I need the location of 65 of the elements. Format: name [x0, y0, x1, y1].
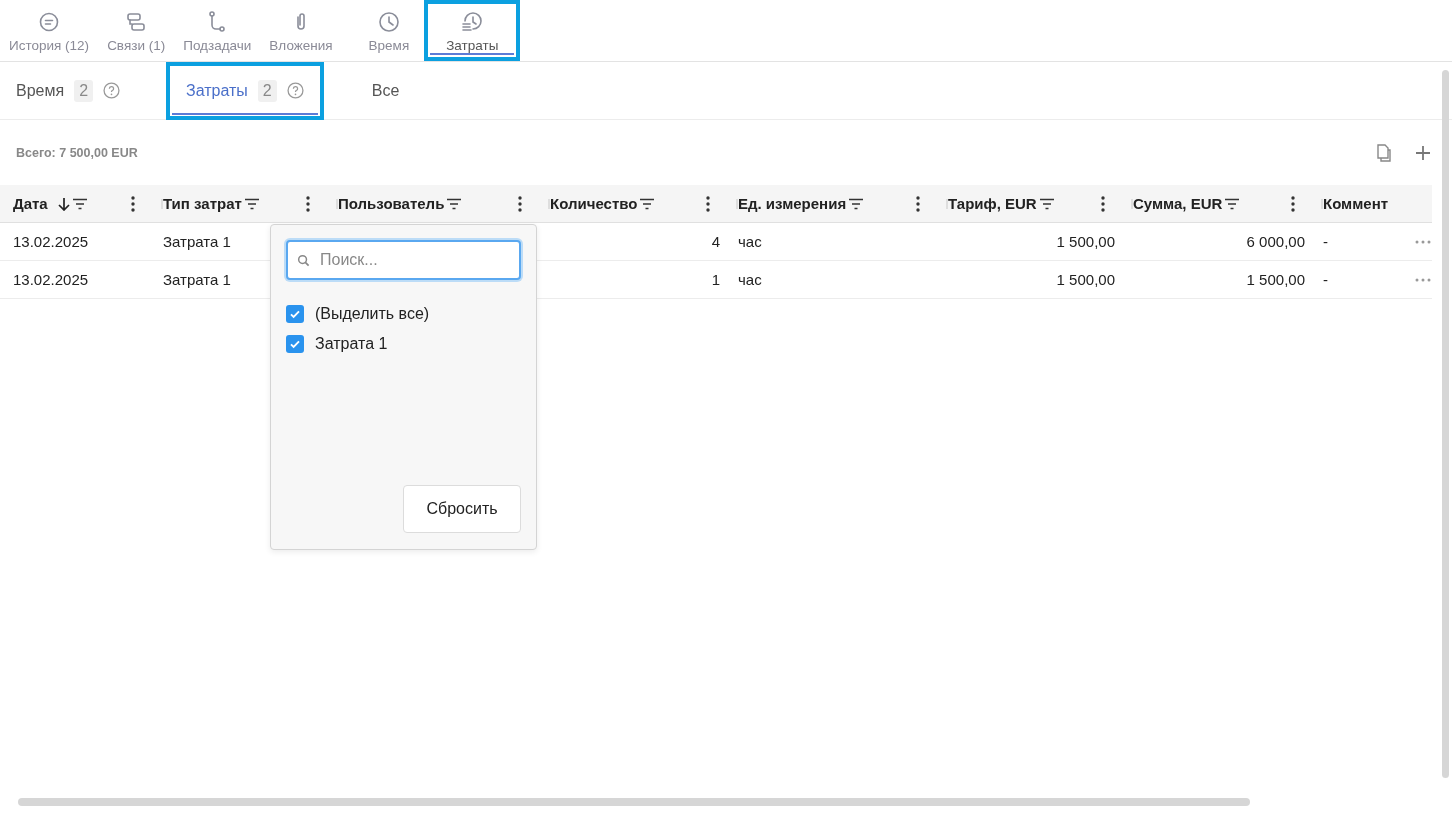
tab[interactable]: Затраты 2	[166, 61, 324, 120]
filter-icon[interactable]	[446, 197, 463, 210]
reset-button[interactable]: Сбросить	[403, 485, 521, 533]
column-header[interactable]: Количество	[550, 195, 638, 212]
add-icon[interactable]	[1416, 145, 1430, 160]
table-cell: 13.02.2025	[13, 233, 89, 250]
total-amount: Всего: 7 500,00 EUR	[16, 145, 138, 160]
count-badge: 2	[74, 79, 94, 102]
table-cell: 13.02.2025	[13, 271, 89, 288]
filter-icon[interactable]	[639, 197, 656, 210]
row-menu-icon[interactable]	[1415, 277, 1431, 282]
tab[interactable]: История (12)	[2, 0, 97, 61]
column-header[interactable]: Дата	[13, 195, 48, 212]
column-menu-icon[interactable]	[706, 195, 710, 212]
tab[interactable]: Затраты	[424, 0, 521, 61]
tab[interactable]: Все	[371, 62, 400, 119]
clock-icon	[376, 10, 401, 34]
table-cell: 1 500,00	[1056, 271, 1115, 288]
column-header[interactable]: Тип затрат	[163, 195, 242, 212]
copy-icon[interactable]	[1376, 143, 1392, 162]
filter-icon[interactable]	[848, 197, 865, 210]
table-cell: час	[738, 271, 762, 288]
column-menu-icon[interactable]	[1101, 195, 1105, 212]
column-header[interactable]: Пользователь	[338, 195, 445, 212]
tab[interactable]: Время 2	[16, 62, 121, 119]
table-cell: Затрата 1	[163, 271, 231, 288]
option-label[interactable]: (Выделить все)	[315, 305, 430, 323]
table-cell: -	[1323, 271, 1328, 288]
column-header[interactable]: Тариф, EUR	[948, 195, 1037, 212]
column-menu-icon[interactable]	[131, 195, 135, 212]
table-cell: 4	[711, 233, 720, 250]
clock-list-icon	[460, 10, 485, 34]
table-cell: Затрата 1	[163, 233, 231, 250]
filter-icon[interactable]	[1224, 197, 1241, 210]
table-cell: 6 000,00	[1246, 233, 1305, 250]
help-icon[interactable]	[286, 82, 304, 99]
row-menu-icon[interactable]	[1415, 239, 1431, 244]
horizontal-scrollbar[interactable]	[18, 798, 1250, 806]
sort-arrow-icon[interactable]	[57, 196, 70, 211]
column-menu-icon[interactable]	[518, 195, 522, 212]
column-header[interactable]: Коммент	[1323, 195, 1389, 212]
vertical-scrollbar[interactable]	[1442, 70, 1449, 778]
table-cell: -	[1323, 233, 1328, 250]
column-menu-icon[interactable]	[1291, 195, 1295, 212]
table-cell: 1 500,00	[1246, 271, 1305, 288]
tab[interactable]: Вложения	[262, 0, 340, 61]
option-label[interactable]: Затрата 1	[315, 335, 388, 353]
column-header[interactable]: Ед. измерения	[738, 195, 847, 212]
table-cell: 1 500,00	[1056, 233, 1115, 250]
filter-icon[interactable]	[1038, 197, 1055, 210]
tab[interactable]: Связи (1)	[100, 0, 173, 61]
count-badge: 2	[257, 79, 277, 102]
search-field[interactable]: Поиск...	[286, 240, 521, 280]
table-cell: час	[738, 233, 762, 250]
checkbox[interactable]	[286, 305, 304, 323]
column-menu-icon[interactable]	[916, 195, 920, 212]
column-header[interactable]: Сумма, EUR	[1133, 195, 1223, 212]
table-cell: 1	[711, 271, 720, 288]
checkbox[interactable]	[286, 335, 304, 353]
tab[interactable]: Время	[361, 0, 417, 61]
tab[interactable]: Подзадачи	[176, 0, 259, 61]
column-menu-icon[interactable]	[306, 195, 310, 212]
help-icon[interactable]	[103, 82, 121, 99]
filter-icon[interactable]	[243, 197, 260, 210]
filter-icon[interactable]	[71, 197, 88, 210]
